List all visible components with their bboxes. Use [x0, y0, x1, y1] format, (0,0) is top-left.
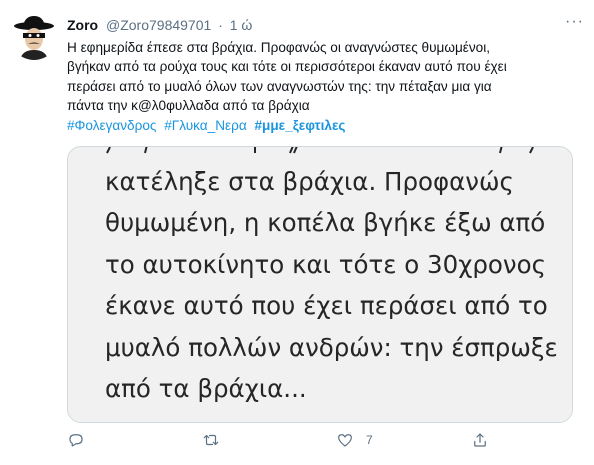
share-icon — [474, 433, 486, 447]
zorro-avatar-icon — [10, 12, 58, 60]
screenshot-article-text: κατέληξε στα βράχια. Προφανώς θυμωμένη, … — [105, 161, 565, 409]
article-line: θυμωμένη, η κοπέλα βγήκε έξω από — [105, 208, 546, 238]
tweet-text-line: περάσει από το μυαλό όλων των αναγνωστών… — [67, 78, 492, 94]
tweet-text-line: Η εφημερίδα έπεσε στα βράχια. Προφανώς ο… — [67, 40, 491, 55]
article-line: το αυτοκίνητο και τότε ο 30χρονος — [105, 249, 546, 279]
tweet-actions: 7 — [67, 428, 571, 452]
display-name[interactable]: Zoro — [67, 17, 98, 33]
hashtag-list: #Φολεγανδρος #Γλυκα_Νερα #μμε_ξεφτιλες — [67, 116, 349, 135]
reply-button[interactable] — [67, 428, 85, 452]
article-line: έκανε αυτό που έχει περάσει από το — [105, 291, 548, 321]
hashtag-link[interactable]: #Γλυκα_Νερα — [164, 118, 246, 133]
timestamp[interactable]: 1 ώ — [230, 17, 253, 33]
retweet-button[interactable] — [202, 428, 220, 452]
like-button[interactable]: 7 — [336, 428, 373, 452]
tweet-text: Η εφημερίδα έπεσε στα βράχια. Προφανώς ο… — [67, 38, 587, 116]
share-button[interactable] — [471, 428, 489, 452]
media-image[interactable]: κατέληξε στα βράχια. Προφανώς θυμωμένη, … — [67, 146, 573, 423]
reply-icon — [69, 434, 83, 447]
user-handle[interactable]: @Zoro79849701 — [106, 17, 211, 33]
tweet-text-line: βγήκαν από τα ρούχα τους και τότε οι περ… — [67, 59, 507, 75]
avatar[interactable] — [10, 12, 58, 60]
article-line: από τα βράχια... — [105, 374, 307, 404]
more-options-icon[interactable]: ··· — [565, 12, 584, 32]
cropped-text-fragment — [105, 147, 535, 155]
tweet[interactable]: Zoro @Zoro79849701 · 1 ώ ··· Η εφημερίδα… — [0, 0, 594, 465]
tweet-text-line: πάντα την κ@λ0φυλλαδα από τα βράχια — [67, 98, 310, 114]
retweet-icon — [203, 434, 219, 446]
hashtag-link[interactable]: #μμε_ξεφτιλες — [254, 118, 345, 133]
heart-icon — [338, 434, 352, 447]
article-line: κατέληξε στα βράχια. Προφανώς — [105, 167, 514, 196]
like-count: 7 — [366, 433, 373, 447]
separator-dot: · — [218, 17, 223, 33]
hashtag-link[interactable]: #Φολεγανδρος — [67, 118, 156, 133]
tweet-header: Zoro @Zoro79849701 · 1 ώ ··· — [67, 12, 584, 35]
article-line: μυαλό πολλών ανδρών: την έσπρωξε — [105, 332, 558, 362]
